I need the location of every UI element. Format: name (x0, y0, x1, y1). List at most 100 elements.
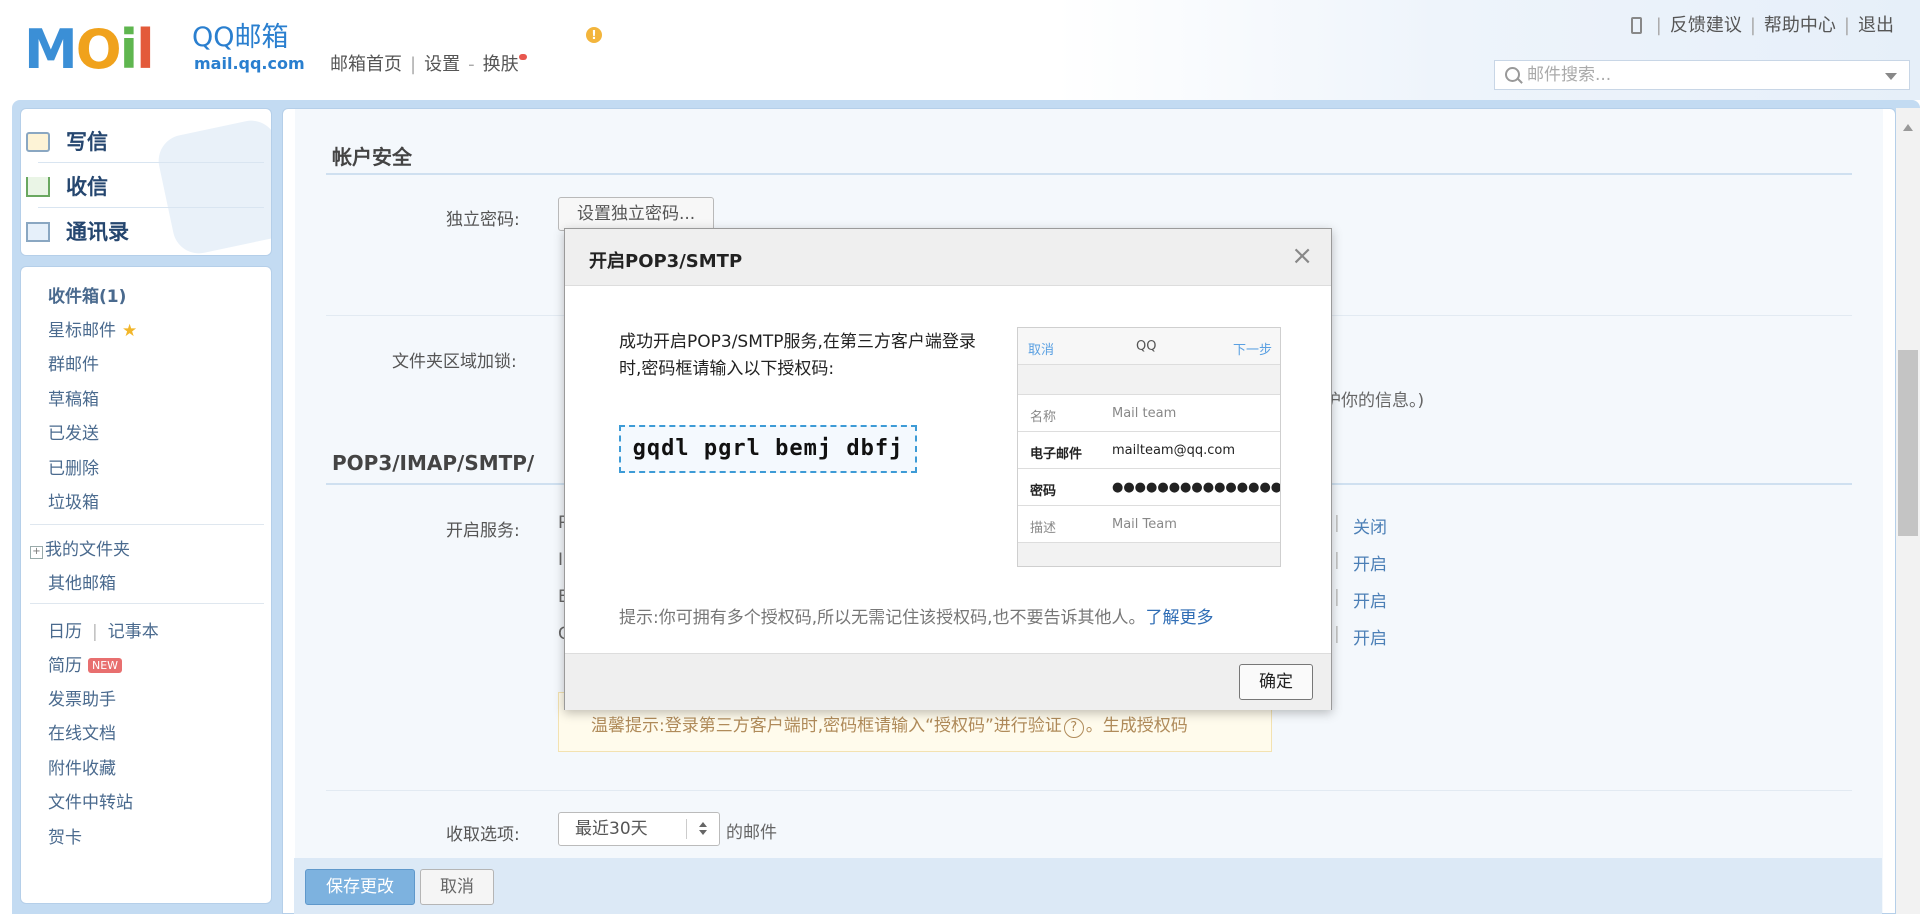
fetch-range-value: 最近30天 (575, 819, 648, 839)
divider (38, 207, 264, 208)
divider (30, 524, 264, 525)
scrollbar-thumb[interactable] (1898, 350, 1918, 536)
compose-icon (26, 132, 50, 152)
illustration-fields: 名称 Mail team 电子邮件 mailteam@qq.com 密码 ●●●●●●… (1018, 394, 1280, 543)
link-help[interactable]: 帮助中心 (1764, 15, 1836, 36)
imap-enable-link[interactable]: 开启 (1353, 550, 1387, 575)
field-key: 电子邮件 (1030, 447, 1083, 462)
illustration-row-name: 名称 Mail team (1018, 395, 1280, 432)
label-fetch: 收取选项: (446, 825, 520, 845)
sidebar-item-starred[interactable]: 星标邮件 ★ (48, 316, 137, 341)
dialog-header: 开启POP3/SMTP × (565, 229, 1331, 286)
cancel-button[interactable]: 取消 (420, 869, 494, 905)
top-header: MOil QQ邮箱 mail.qq.com 邮箱首页 | 设置 - 换肤 ! | 反馈建议… (0, 0, 1920, 100)
receive-icon (26, 177, 50, 197)
contacts-label: 通讯录 (66, 220, 129, 244)
illustration-next: 下一步 (1232, 343, 1272, 358)
sidebar-item-other-mailbox[interactable]: 其他邮箱 (48, 569, 116, 594)
close-icon[interactable]: × (1291, 243, 1313, 269)
nav-skin[interactable]: 换肤 (483, 54, 519, 75)
row-divider (326, 790, 1852, 791)
sidebar-item-drafts[interactable]: 草稿箱 (48, 385, 99, 410)
generate-auth-code-link[interactable]: 。生成授权码 (1086, 716, 1188, 736)
compose-button[interactable]: 写信 (26, 126, 108, 156)
sidebar-calendar-notepad: 日历 | 记事本 (48, 622, 159, 642)
hint-text: 温馨提示:登录第三方客户端时,密码框请输入“授权码”进行验证 (591, 716, 1062, 736)
field-value: ●●●●●●●●●●●●●●●● (1112, 480, 1281, 495)
contacts-button[interactable]: 通讯录 (26, 216, 129, 246)
illustration-row-email: 电子邮件 mailteam@qq.com (1018, 432, 1280, 469)
skin-new-dot (518, 54, 527, 60)
sidebar-item-notepad[interactable]: 记事本 (108, 622, 159, 642)
link-logout[interactable]: 退出 (1858, 15, 1894, 36)
my-folders-label: 我的文件夹 (45, 540, 130, 560)
client-setup-illustration: 取消 QQ 下一步 名称 Mail team 电子邮件 mailteam@qq.co… (1017, 327, 1281, 567)
nav-mail-home[interactable]: 邮箱首页 (330, 54, 402, 75)
sidebar-item-sent[interactable]: 已发送 (48, 419, 99, 444)
field-key: 密码 (1030, 484, 1057, 499)
search-dropdown-icon[interactable] (1885, 73, 1897, 80)
sidebar-item-file-transfer[interactable]: 文件中转站 (48, 788, 133, 813)
fetch-suffix: 的邮件 (726, 823, 777, 843)
dialog-message: 成功开启POP3/SMTP服务,在第三方客户端登录时,密码框请输入以下授权码: (619, 332, 976, 379)
contacts-icon (26, 222, 50, 242)
sidebar-item-invoice[interactable]: 发票助手 (48, 685, 116, 710)
mail-search-input[interactable]: 邮件搜索... (1494, 60, 1910, 90)
nav-settings[interactable]: 设置 (424, 54, 460, 75)
fetch-range-select[interactable]: 最近30天 (558, 812, 720, 846)
learn-more-link[interactable]: 了解更多 (1146, 608, 1214, 628)
phone-icon[interactable] (1630, 17, 1642, 34)
divider (30, 603, 264, 604)
logo-wordmark: MOil (24, 18, 155, 81)
illustration-cancel: 取消 (1028, 343, 1055, 358)
resume-label: 简历 (48, 656, 82, 676)
illustration-header: 取消 QQ 下一步 (1018, 328, 1280, 365)
auth-code[interactable]: gqdl pgrl bemj dbfj (619, 425, 917, 473)
select-arrows-icon (686, 819, 719, 839)
confirm-button[interactable]: 确定 (1239, 664, 1313, 700)
sidebar-item-group-mail[interactable]: 群邮件 (48, 350, 99, 375)
separator: | (1334, 624, 1340, 644)
sidebar-item-cards[interactable]: 贺卡 (48, 823, 82, 848)
folder-lock-note: 护你的信息。) (1324, 391, 1425, 411)
section-divider (326, 173, 1852, 175)
field-value: Mail Team (1112, 517, 1177, 532)
field-key: 描述 (1030, 521, 1057, 536)
sidebar-item-resume[interactable]: 简历 NEW (48, 651, 123, 676)
sidebar-item-calendar[interactable]: 日历 (48, 622, 82, 642)
sidebar-item-spam[interactable]: 垃圾箱 (48, 488, 99, 513)
caldav-enable-link[interactable]: 开启 (1353, 624, 1387, 649)
field-value: Mail team (1112, 406, 1177, 421)
field-value: mailteam@qq.com (1112, 443, 1235, 458)
service-letter-i: I (558, 550, 564, 570)
sidebar-item-attachments[interactable]: 附件收藏 (48, 754, 116, 779)
divider (38, 162, 264, 163)
dialog-tip: 提示:你可拥有多个授权码,所以无需记住该授权码,也不要告诉其他人。了解更多 (619, 603, 1214, 628)
dialog-tip-text: 提示:你可拥有多个授权码,所以无需记住该授权码,也不要告诉其他人。 (619, 608, 1146, 628)
link-feedback[interactable]: 反馈建议 (1670, 15, 1742, 36)
pop3-close-link[interactable]: 关闭 (1353, 513, 1387, 538)
save-button[interactable]: 保存更改 (305, 869, 415, 905)
set-password-button[interactable]: 设置独立密码... (558, 197, 715, 231)
receive-label: 收信 (66, 175, 108, 199)
exchange-enable-link[interactable]: 开启 (1353, 587, 1387, 612)
illustration-row-description: 描述 Mail Team (1018, 506, 1280, 543)
help-icon[interactable]: ? (1063, 718, 1084, 738)
sidebar-item-deleted[interactable]: 已删除 (48, 454, 99, 479)
sidebar-item-my-folders[interactable]: + 我的文件夹 (30, 535, 130, 560)
compose-label: 写信 (66, 130, 108, 154)
separator: | (1334, 550, 1340, 570)
receive-button[interactable]: 收信 (26, 171, 108, 201)
label-password: 独立密码: (446, 210, 520, 230)
sidebar-item-inbox[interactable]: 收件箱(1) (48, 282, 126, 307)
illustration-title: QQ (1136, 339, 1157, 354)
scroll-up-icon[interactable] (1903, 124, 1913, 131)
notice-icon[interactable]: ! (586, 27, 602, 43)
logo-name: QQ邮箱 (192, 22, 289, 53)
search-icon (1505, 67, 1520, 82)
expand-icon[interactable]: + (30, 546, 43, 559)
pop3-smtp-dialog: 开启POP3/SMTP × 成功开启POP3/SMTP服务,在第三方客户端登录时… (564, 228, 1332, 710)
logo-url: mail.qq.com (194, 54, 305, 73)
sidebar-item-docs[interactable]: 在线文档 (48, 719, 116, 744)
label-folder-lock: 文件夹区域加锁: (392, 352, 517, 372)
